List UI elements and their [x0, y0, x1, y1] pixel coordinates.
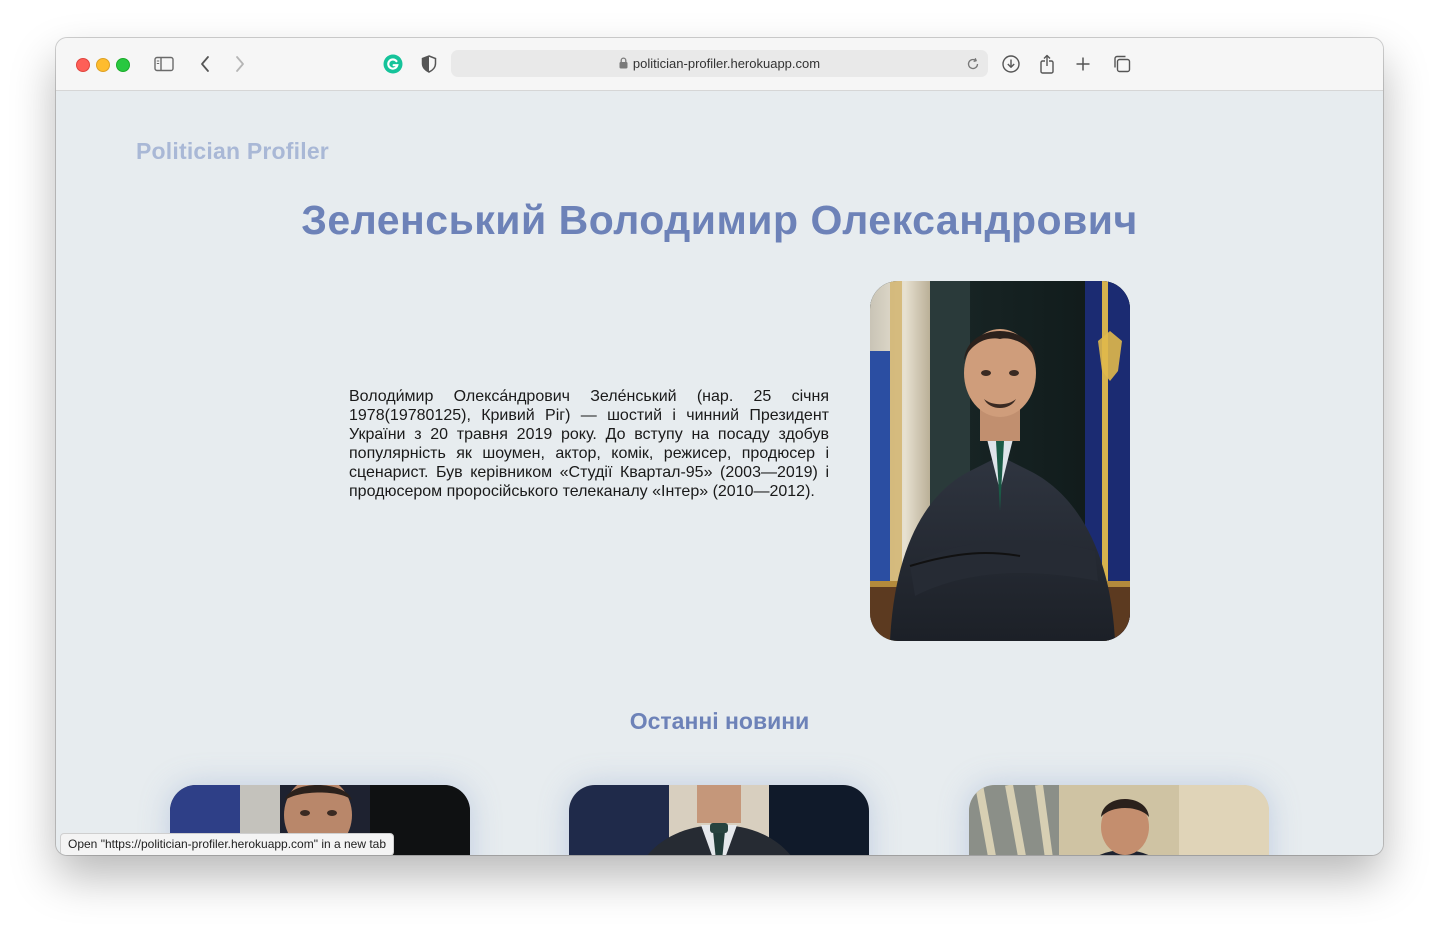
link-status-tooltip: Open "https://politician-profiler.heroku… — [60, 833, 395, 855]
reload-icon[interactable] — [966, 57, 980, 76]
minimize-window-button[interactable] — [96, 58, 110, 72]
close-window-button[interactable] — [76, 58, 90, 72]
sidebar-icon[interactable] — [152, 52, 176, 76]
url-text: politician-profiler.herokuapp.com — [632, 56, 821, 71]
politician-bio: Володи́мир Олекса́ндрович Зеле́нський (н… — [349, 388, 829, 500]
back-icon[interactable] — [193, 52, 217, 76]
browser-window: politician-profiler.herokuapp.com Politi… — [56, 38, 1383, 855]
share-icon[interactable] — [1035, 52, 1059, 76]
zoom-window-button[interactable] — [116, 58, 130, 72]
browser-toolbar: politician-profiler.herokuapp.com — [56, 38, 1383, 91]
page-content: Politician Profiler Зеленський Володимир… — [56, 91, 1383, 855]
privacy-shield-icon[interactable] — [417, 52, 441, 76]
news-card[interactable] — [969, 785, 1269, 855]
latest-news-heading: Останні новини — [629, 708, 810, 734]
forward-icon[interactable] — [228, 52, 252, 76]
lock-icon — [619, 57, 628, 72]
tab-overview-icon[interactable] — [1110, 52, 1134, 76]
site-brand-link[interactable]: Politician Profiler — [136, 138, 329, 165]
address-bar[interactable]: politician-profiler.herokuapp.com — [451, 50, 988, 77]
news-card[interactable] — [569, 785, 869, 855]
downloads-icon[interactable] — [999, 52, 1023, 76]
politician-portrait-image — [870, 281, 1130, 641]
grammarly-extension-icon[interactable] — [381, 52, 405, 76]
politician-name-heading: Зеленський Володимир Олександрович — [301, 197, 1138, 243]
new-tab-icon[interactable] — [1071, 52, 1095, 76]
